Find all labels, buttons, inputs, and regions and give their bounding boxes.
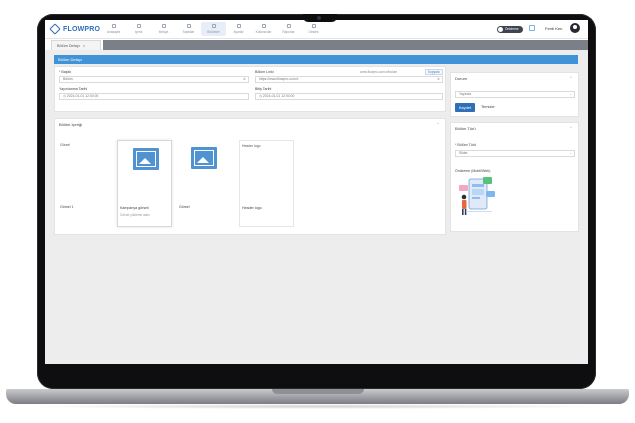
media-item[interactable]: Görsel Görsel 1 [58,140,113,227]
media-item[interactable]: Header logo Header logo [239,140,294,227]
nav-item-users[interactable]: Kullanıcılar [251,22,276,36]
collapse-icon[interactable]: ^ [570,125,572,130]
top-navbar: FLOWPRO Anasayfa Içerik Medya Sayfalar B… [45,20,588,39]
status-panel: Durum ^ Yayında ⌄ Kaydet Temizle [450,72,579,117]
nav-item-content[interactable]: Içerik [126,22,151,36]
nav-item-label: Ayarlar [233,30,244,34]
toggle-knob [498,27,503,32]
laptop-base-groove [272,389,364,394]
image-placeholder-icon [133,148,159,170]
content-section-title: Bölüm İçeriği [59,122,83,127]
media-item[interactable]: Görsel [177,140,232,227]
reports-icon [286,24,291,28]
nav-item-sections[interactable]: Bölümler [201,22,226,36]
nav-item-label: Medya [158,30,169,34]
tab-label: Bölüm Detayı [57,43,80,48]
camera-icon [317,16,321,20]
preview-label: Önizleme (Mobil/Web) [455,169,491,173]
title-label: * Başlık [59,70,72,74]
save-button[interactable]: Kaydet [455,103,475,112]
fullscreen-icon[interactable] [529,25,535,31]
tab-strip: Bölüm Detayı × [45,39,588,50]
nav-item-label: Bölümler [207,30,220,34]
clear-icon[interactable]: ⊗ [243,77,246,82]
page-title: Bölüm Detayı [58,57,83,62]
chevron-down-icon: ⌄ [568,151,572,155]
image-placeholder-icon [191,147,217,169]
screen: FLOWPRO Anasayfa Içerik Medya Sayfalar B… [45,20,588,364]
preview-toggle[interactable]: Önizleme [497,26,523,33]
page-header: Bölüm Detayı [54,55,578,64]
nav-item-label: Anasayfa [106,30,121,34]
form-card: * Başlık Bölüm ⊗ Bölüm Linki www.flowpro.… [54,66,446,112]
chevron-down-icon: ⌄ [568,92,572,96]
section-type-label: * Bölüm Türü [455,143,476,147]
copy-button[interactable]: Kopyala [425,69,443,75]
collapse-icon[interactable]: ^ [437,121,439,126]
users-icon [261,24,266,28]
close-icon[interactable]: × [83,43,85,48]
link-label: Bölüm Linki [255,70,274,74]
media-caption: Header logo [242,206,262,210]
home-icon [111,24,116,28]
end-date-label: Bitiş Tarihi [255,87,272,91]
collapse-icon[interactable]: ^ [570,75,572,80]
sections-icon [211,24,216,28]
link-input[interactable]: https://www.flowpro.com.tr ⊗ [255,76,443,83]
toggle-label: Önizleme [505,27,519,31]
user-name[interactable]: Ferdi Ken [545,26,562,31]
clear-button[interactable]: Temizle [481,104,495,109]
broken-image-icon: Header logo [242,144,261,148]
nav-item-label: Sayfalar [182,30,195,34]
support-icon [311,24,316,28]
publish-date-input[interactable]: ◷ 2024-01-01 12:00:00 [59,93,249,100]
nav-item-label: Kullanıcılar [255,30,272,34]
nav-item-pages[interactable]: Sayfalar [176,22,201,36]
media-subcaption: Görsel yükleme alanı [120,213,150,217]
preview-illustration [459,177,495,215]
pages-icon [186,24,191,28]
logo[interactable]: FLOWPRO [49,23,101,35]
laptop-shadow [20,404,615,409]
nav-item-settings[interactable]: Ayarlar [226,22,251,36]
nav-item-support[interactable]: Destek [301,22,326,36]
media-item[interactable]: Kampanya görseli Görsel yükleme alanı [117,140,172,227]
media-icon [161,24,166,28]
end-date-input[interactable]: ◷ 2024-01-01 12:00:00 [255,93,443,100]
nav-item-media[interactable]: Medya [151,22,176,36]
status-select[interactable]: Yayında ⌄ [455,91,575,98]
settings-icon [236,24,241,28]
clear-icon[interactable]: ⊗ [437,77,440,82]
broken-image-icon: Görsel [60,143,70,147]
status-title: Durum [455,76,468,81]
media-caption: Görsel 1 [60,205,74,209]
nav-item-label: Raporlar [282,30,295,34]
publish-date-label: Yayınlanma Tarihi [59,87,88,91]
main-nav: Anasayfa Içerik Medya Sayfalar Bölümler … [101,22,326,36]
content-icon [136,24,141,28]
section-type-title: Bölüm Türü [455,126,476,131]
logo-icon [49,23,61,35]
nav-item-home[interactable]: Anasayfa [101,22,126,36]
media-caption: Kampanya görseli [120,206,149,210]
nav-item-label: Içerik [134,30,143,34]
tab-strip-fill [103,40,588,50]
logo-text: FLOWPRO [63,25,101,33]
nav-item-reports[interactable]: Raporlar [276,22,301,36]
title-input[interactable]: Bölüm ⊗ [59,76,249,83]
nav-item-label: Destek [308,30,319,34]
user-avatar-icon[interactable] [570,23,580,33]
url-link[interactable]: www.flowpro.com.tr/bolum [360,70,397,74]
media-caption: Görsel [179,205,190,209]
tab-section-detail[interactable]: Bölüm Detayı × [51,40,101,50]
section-type-select[interactable]: Slider ⌄ [455,150,575,157]
